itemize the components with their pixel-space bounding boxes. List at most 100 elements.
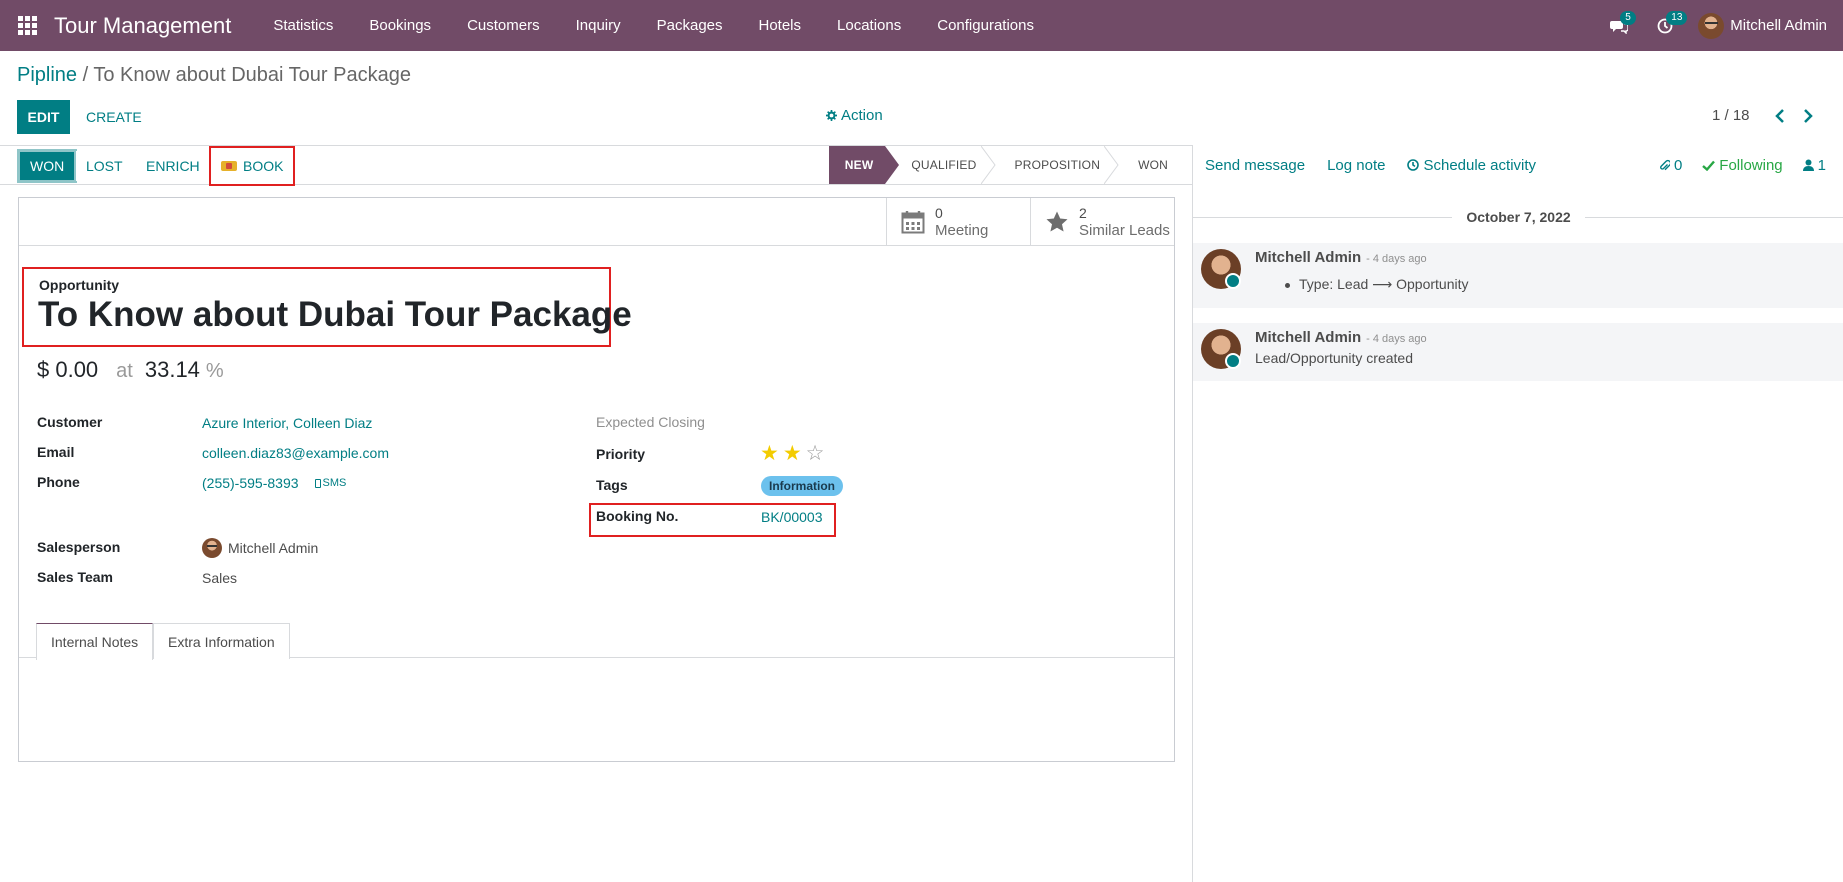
stage-pipeline: NEW QUALIFIED PROPOSITION WON: [828, 146, 1180, 184]
tag-badge[interactable]: Information: [761, 476, 843, 496]
form-statusbar: WON LOST ENRICH BOOK NEW QUALIFIED PROPO…: [0, 145, 1192, 186]
activity-menu[interactable]: 13: [1642, 0, 1688, 51]
similar-leads-label: Similar Leads: [1079, 222, 1170, 239]
schedule-activity-label: Schedule activity: [1423, 156, 1537, 174]
messaging-menu[interactable]: 5: [1596, 0, 1642, 51]
chevron-left-icon: [1775, 109, 1784, 123]
priority-label: Priority: [596, 446, 646, 462]
schedule-activity-button[interactable]: Schedule activity: [1396, 157, 1547, 174]
pager-next-button[interactable]: [1798, 104, 1818, 128]
clock-icon: [1407, 159, 1420, 171]
salesperson-field[interactable]: Mitchell Admin: [202, 538, 318, 558]
email-value[interactable]: colleen.diaz83@example.com: [202, 445, 389, 461]
percent-sign: %: [205, 360, 224, 382]
priority-stars: ★ ★ ☆: [760, 443, 824, 464]
mobile-icon: [314, 478, 321, 488]
check-icon: [1702, 160, 1716, 171]
stage-won[interactable]: WON: [1112, 146, 1180, 184]
similar-leads-smart-button[interactable]: 2 Similar Leads: [1030, 198, 1174, 246]
edit-button[interactable]: EDIT: [17, 100, 70, 134]
attachments-button[interactable]: 0: [1649, 157, 1692, 174]
message-date: - 4 days ago: [1366, 253, 1427, 265]
star-icon: [1046, 211, 1068, 232]
message-author-avatar[interactable]: [1201, 249, 1241, 289]
action-label: Action: [841, 107, 883, 124]
date-separator-text: October 7, 2022: [1466, 209, 1571, 225]
stage-proposition[interactable]: PROPOSITION: [989, 146, 1119, 184]
salesperson-label: Salesperson: [37, 539, 121, 555]
gear-icon: [826, 110, 837, 121]
phone-field: (255)-595-8393 SMS: [202, 475, 346, 491]
probability-value[interactable]: 33.14: [145, 357, 200, 383]
stage-qualified[interactable]: QUALIFIED: [885, 146, 996, 184]
user-avatar: [1698, 12, 1725, 39]
tab-internal-notes[interactable]: Internal Notes: [36, 623, 154, 660]
pager-value[interactable]: 1 / 18: [1712, 107, 1750, 124]
message-body: Lead/Opportunity created: [1255, 350, 1413, 366]
attachments-count: 0: [1673, 156, 1683, 174]
opportunity-type-label: Opportunity: [39, 277, 120, 293]
tags-label: Tags: [596, 477, 628, 493]
menu-locations[interactable]: Locations: [819, 0, 919, 51]
user-menu[interactable]: Mitchell Admin: [1688, 0, 1843, 51]
chatter-message: Mitchell Admin - 4 days ago Type: Lead ⟶ …: [1193, 243, 1843, 308]
breadcrumb-current: To Know about Dubai Tour Package: [93, 64, 411, 86]
menu-hotels[interactable]: Hotels: [741, 0, 820, 51]
stage-proposition-label: PROPOSITION: [1014, 158, 1101, 172]
expected-closing-label: Expected Closing: [596, 414, 705, 430]
following-label: Following: [1719, 156, 1783, 174]
smart-button-box: 0 Meeting 2 Similar Leads: [19, 198, 1174, 246]
app-brand[interactable]: Tour Management: [54, 13, 231, 39]
message-author-avatar[interactable]: [1201, 329, 1241, 369]
book-button[interactable]: BOOK: [208, 146, 296, 186]
menu-statistics[interactable]: Statistics: [255, 0, 351, 51]
form-sheet: 0 Meeting 2 Similar Leads Opportunity To…: [18, 197, 1175, 762]
menu-inquiry[interactable]: Inquiry: [558, 0, 639, 51]
message-author[interactable]: Mitchell Admin: [1255, 249, 1361, 266]
priority-star-3[interactable]: ☆: [806, 443, 825, 464]
meeting-smart-button[interactable]: 0 Meeting: [886, 198, 1030, 246]
stage-new[interactable]: NEW: [828, 146, 899, 184]
chatter-topbar: Send message Log note Schedule activity …: [1193, 145, 1843, 185]
chatter-message: Mitchell Admin - 4 days ago Lead/Opportun…: [1193, 323, 1843, 381]
enrich-button[interactable]: ENRICH: [136, 151, 210, 181]
paperclip-icon: [1659, 159, 1670, 170]
priority-star-2[interactable]: ★: [783, 443, 802, 464]
salesperson-value: Mitchell Admin: [228, 540, 319, 556]
meeting-count: 0: [935, 205, 943, 221]
sales-team-value[interactable]: Sales: [202, 570, 237, 586]
mark-won-button[interactable]: WON: [17, 149, 78, 183]
menu-customers[interactable]: Customers: [449, 0, 558, 51]
customer-value[interactable]: Azure Interior, Colleen Diaz: [202, 415, 372, 431]
chatter-topbar-right: 0 Following 1: [1649, 157, 1843, 174]
send-message-button[interactable]: Send message: [1193, 157, 1316, 174]
priority-star-1[interactable]: ★: [760, 443, 779, 464]
user-icon: [1802, 159, 1814, 171]
menu-packages[interactable]: Packages: [639, 0, 741, 51]
date-separator: October 7, 2022: [1193, 207, 1843, 227]
phone-label: Phone: [37, 474, 80, 490]
sales-team-label: Sales Team: [37, 569, 114, 585]
message-author[interactable]: Mitchell Admin: [1255, 329, 1361, 346]
phone-value[interactable]: (255)-595-8393: [202, 475, 299, 491]
pager-previous-button[interactable]: [1770, 104, 1790, 128]
notebook-tabs: Internal Notes Extra Information: [19, 621, 1174, 660]
followers-button[interactable]: 1: [1793, 157, 1836, 174]
breadcrumb-parent[interactable]: Pipline: [17, 64, 77, 86]
tab-extra-information[interactable]: Extra Information: [153, 623, 290, 659]
log-note-button[interactable]: Log note: [1316, 157, 1396, 174]
email-label: Email: [37, 444, 75, 460]
booking-no-value[interactable]: BK/00003: [761, 509, 823, 525]
opportunity-name[interactable]: To Know about Dubai Tour Package: [38, 295, 632, 335]
expected-revenue[interactable]: $ 0.00: [37, 357, 98, 383]
menu-bookings[interactable]: Bookings: [351, 0, 449, 51]
menu-configurations[interactable]: Configurations: [919, 0, 1052, 51]
mark-lost-button[interactable]: LOST: [76, 151, 133, 181]
top-navbar: Tour Management Statistics Bookings Cust…: [0, 0, 1843, 51]
apps-menu-icon[interactable]: [0, 0, 54, 51]
sms-button[interactable]: SMS: [314, 477, 346, 489]
following-button[interactable]: Following: [1692, 157, 1792, 174]
action-menu-button[interactable]: Action: [826, 107, 883, 124]
create-button[interactable]: CREATE: [80, 100, 148, 134]
booking-no-label: Booking No.: [596, 508, 679, 524]
